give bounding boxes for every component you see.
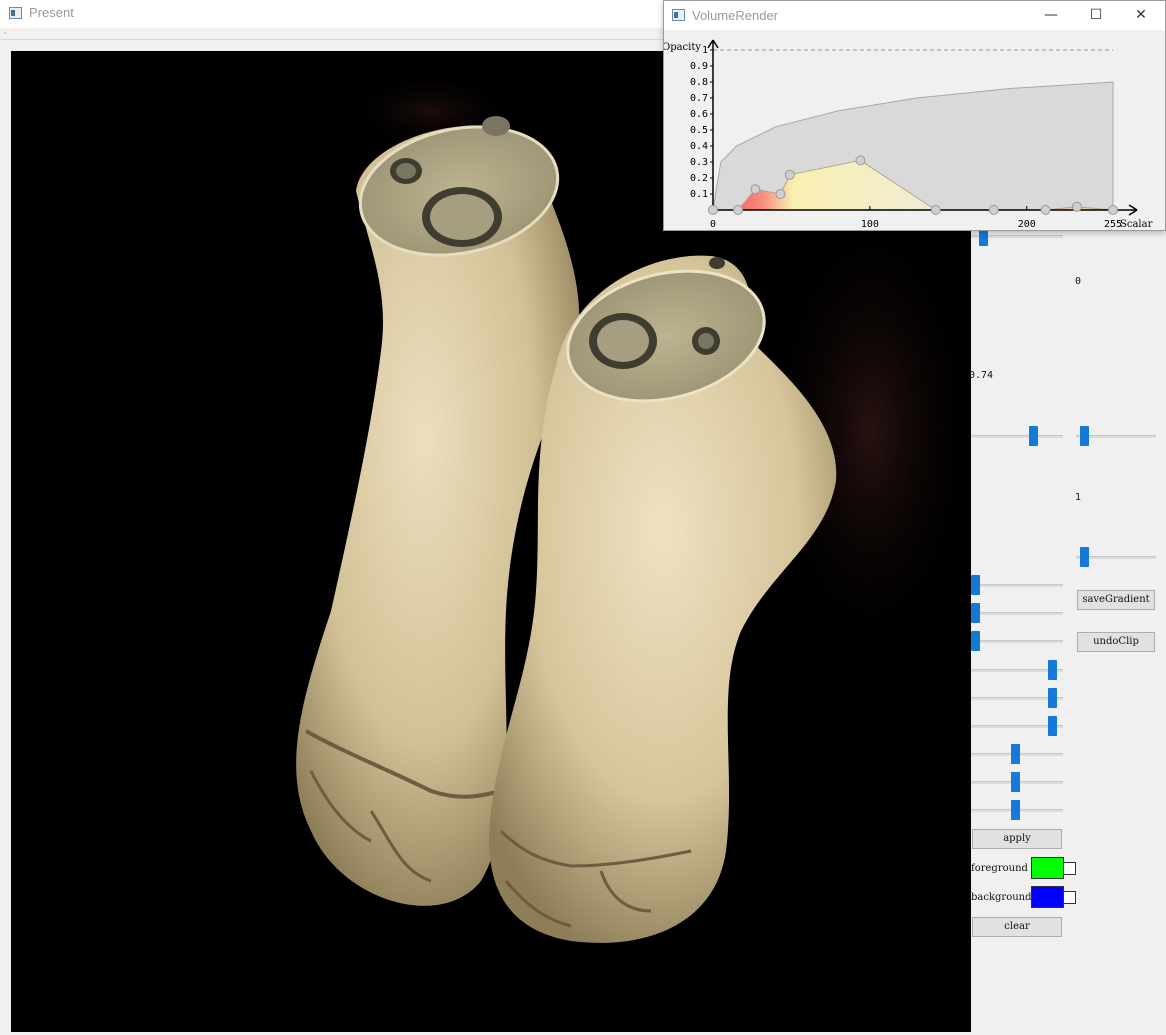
value-label-c: 1: [1075, 492, 1082, 503]
x-axis-label: Scalar: [1120, 219, 1153, 230]
vr-titlebar: VolumeRender — ☐ ✕: [664, 1, 1165, 30]
transfer-function-chart[interactable]: 0.10.20.30.40.50.60.70.80.910 100 200 255Op…: [664, 30, 1165, 230]
slider-handle[interactable]: [1080, 547, 1089, 567]
slider-single-right[interactable]: [1076, 547, 1156, 567]
control-point[interactable]: [855, 155, 866, 166]
y-tick-label: 0.3: [690, 157, 708, 168]
y-tick-label: 0.6: [690, 109, 708, 120]
minimize-button[interactable]: —: [1028, 1, 1074, 30]
y-tick-label: 0.5: [690, 125, 708, 136]
slider-g3-3[interactable]: [971, 800, 1063, 820]
undo-clip-button[interactable]: undoClip: [1077, 632, 1155, 652]
volume-render-window: VolumeRender — ☐ ✕ 0.1 0.2 0.3 0.4 0.5 0.6 0.7…: [663, 0, 1166, 231]
control-point[interactable]: [733, 205, 744, 215]
control-point[interactable]: [930, 205, 941, 215]
control-point[interactable]: [708, 205, 718, 215]
slider-handle[interactable]: [1011, 800, 1020, 820]
slider-handle[interactable]: [1048, 716, 1057, 736]
main-window-title: Present: [29, 5, 74, 20]
desktop: Present · 0 0.74 1 saveGradient undoClip…: [0, 0, 1166, 1035]
y-axis-label: Opacity: [664, 42, 701, 53]
slider-handle[interactable]: [971, 603, 980, 623]
slider-g1-3[interactable]: [971, 631, 1063, 651]
background-checkbox[interactable]: [1063, 891, 1076, 904]
slider-handle[interactable]: [1011, 772, 1020, 792]
y-tick-label: 0.9: [690, 61, 708, 72]
clear-button[interactable]: clear: [972, 917, 1062, 937]
x-tick-label: 0: [710, 219, 716, 230]
close-button[interactable]: ✕: [1118, 1, 1164, 30]
apply-button[interactable]: apply: [972, 829, 1062, 849]
value-label-b: 0.74: [969, 370, 994, 381]
control-point[interactable]: [1040, 205, 1051, 215]
slider-handle[interactable]: [1029, 426, 1038, 446]
y-tick-label: 0.1: [690, 189, 708, 200]
slider-handle[interactable]: [1048, 660, 1057, 680]
slider-handle[interactable]: [1048, 688, 1057, 708]
maximize-button[interactable]: ☐: [1073, 1, 1119, 30]
slider-groove: [971, 584, 1063, 587]
foreground-label: foreground: [971, 863, 1028, 874]
slider-g2-2[interactable]: [971, 688, 1063, 708]
menu-marker[interactable]: ·: [4, 30, 7, 38]
histogram-area: [712, 81, 1114, 211]
control-point[interactable]: [775, 189, 786, 199]
value-label-a: 0: [1075, 276, 1082, 287]
save-gradient-button[interactable]: saveGradient: [1077, 590, 1155, 610]
control-point[interactable]: [784, 169, 795, 180]
slider-pair-right[interactable]: [1076, 426, 1156, 446]
slider-handle[interactable]: [971, 631, 980, 651]
foreground-checkbox[interactable]: [1063, 862, 1076, 875]
x-tick-label: 100: [861, 219, 879, 230]
x-tick-label: 200: [1018, 219, 1036, 230]
background-color-swatch[interactable]: [1031, 886, 1064, 908]
control-point[interactable]: [1071, 201, 1082, 212]
slider-handle[interactable]: [1011, 744, 1020, 764]
slider-g2-1[interactable]: [971, 660, 1063, 680]
slider-handle[interactable]: [1080, 426, 1089, 446]
y-tick-label: 1: [702, 45, 708, 56]
slider-pair-left[interactable]: [971, 426, 1063, 446]
control-point[interactable]: [1108, 205, 1118, 215]
y-tick-label: 0.7: [690, 93, 708, 104]
slider-groove: [971, 640, 1063, 643]
slider-groove: [971, 435, 1063, 438]
slider-groove: [971, 612, 1063, 615]
foreground-color-swatch[interactable]: [1031, 857, 1064, 879]
control-point[interactable]: [988, 205, 999, 215]
slider-g3-2[interactable]: [971, 772, 1063, 792]
slider-g1-2[interactable]: [971, 603, 1063, 623]
slider-handle[interactable]: [971, 575, 980, 595]
vr-window-title: VolumeRender: [692, 8, 778, 23]
y-tick-label: 0.4: [690, 141, 708, 152]
slider-g1-1[interactable]: [971, 575, 1063, 595]
vr-window-icon: [672, 9, 685, 21]
slider-g3-1[interactable]: [971, 744, 1063, 764]
background-label: background: [971, 892, 1032, 903]
y-tick-label: 0.2: [690, 173, 708, 184]
slider-g2-3[interactable]: [971, 716, 1063, 736]
app-window-icon: [9, 7, 22, 19]
control-point[interactable]: [750, 184, 761, 195]
y-tick-label: 0.8: [690, 77, 708, 88]
